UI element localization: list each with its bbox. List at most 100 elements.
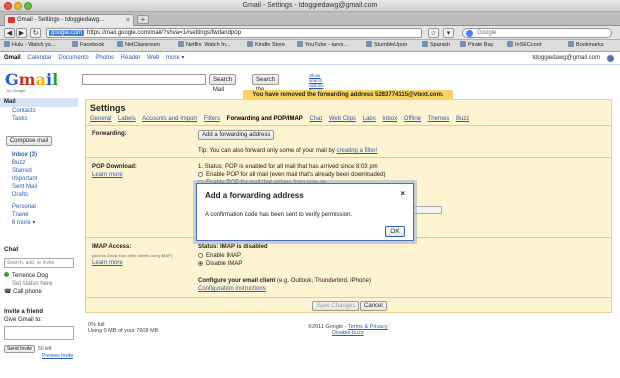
- label-personal[interactable]: Personal: [12, 203, 37, 211]
- gbar-link-web[interactable]: Web: [147, 55, 159, 61]
- close-icon[interactable]: ×: [400, 189, 405, 198]
- forward-button[interactable]: ▶: [16, 28, 27, 38]
- bookmark-hulu[interactable]: Hulu - Watch yo...: [4, 40, 56, 51]
- tab-labels[interactable]: Labels: [118, 116, 136, 122]
- tab-forwarding[interactable]: Forwarding and POP/IMAP: [227, 116, 303, 122]
- tab-web-clips[interactable]: Web Clips: [329, 116, 356, 122]
- label-drafts[interactable]: Drafts: [12, 191, 37, 199]
- create-filter-tip-link[interactable]: creating a filter!: [337, 148, 378, 154]
- bookmarks-menu[interactable]: Bookmarks: [568, 40, 604, 51]
- google-bar: Gmail Calendar Documents Photos Reader W…: [0, 53, 620, 65]
- gear-icon[interactable]: [607, 55, 614, 62]
- pop-all-radio[interactable]: [198, 172, 203, 177]
- bookmark-inseccord[interactable]: InSECcord: [507, 40, 542, 51]
- preview-invite-link[interactable]: Preview Invite: [42, 353, 73, 359]
- imap-disable-radio[interactable]: [198, 261, 203, 266]
- tab-labs[interactable]: Labs: [363, 116, 376, 122]
- page-menu-icon[interactable]: ▾: [443, 28, 454, 38]
- chat-search-input[interactable]: Search, add, or invite: [4, 258, 74, 268]
- invite-heading: Invite a friend: [4, 309, 44, 315]
- tab-filters[interactable]: Filters: [204, 116, 220, 122]
- label-buzz[interactable]: Buzz: [12, 159, 37, 167]
- add-forwarding-address-button[interactable]: Add a forwarding address: [198, 130, 275, 140]
- call-phone-link[interactable]: Call phone: [13, 289, 42, 295]
- bookmark-pirate-bay[interactable]: Pirate Bay: [460, 40, 493, 51]
- url-bar[interactable]: google.com https://mail.google.com/mail/?…: [46, 28, 422, 38]
- invite-section: Invite a friend Give Gmail to:: [4, 308, 43, 324]
- invites-left: 50 left: [38, 346, 52, 352]
- bookmark-netflix[interactable]: Netflix: Watch In...: [178, 40, 230, 51]
- tab-buzz[interactable]: Buzz: [456, 116, 469, 122]
- label-inbox[interactable]: Inbox (3): [12, 151, 37, 159]
- save-changes-button[interactable]: Save Changes: [312, 301, 360, 311]
- bookmark-facebook[interactable]: Facebook: [72, 40, 104, 51]
- imap-disable-option[interactable]: Disable IMAP: [198, 261, 242, 267]
- site-identity-badge[interactable]: google.com: [49, 30, 85, 36]
- cancel-button[interactable]: Cancel: [360, 301, 387, 311]
- navigation-toolbar: ◀ ▶ ↻ google.com https://mail.google.com/…: [0, 26, 620, 40]
- phone-icon: ☎: [4, 289, 14, 295]
- tab-strip: Gmail - Settings - tdoggiedawg... × +: [0, 12, 620, 26]
- bookmark-netclassroom[interactable]: NetClassroom: [117, 40, 160, 51]
- tab-themes[interactable]: Themes: [428, 116, 450, 122]
- disable-buzz-link[interactable]: Disable buzz: [332, 330, 364, 336]
- gbar-link-more[interactable]: more ▾: [166, 55, 184, 61]
- nav-mail[interactable]: Mail: [0, 98, 78, 107]
- bookmark-kindle-store[interactable]: Kindle Store: [247, 40, 285, 51]
- label-sent-mail[interactable]: Sent Mail: [12, 183, 37, 191]
- configuration-instructions-link[interactable]: Configuration instructions: [198, 286, 266, 292]
- imap-enable-radio[interactable]: [198, 253, 203, 258]
- imap-label: IMAP Access:: [92, 244, 132, 250]
- zoom-window-button[interactable]: [24, 2, 32, 10]
- gbar-link-calendar[interactable]: Calendar: [27, 55, 51, 61]
- bookmark-stumbleupon[interactable]: StumbleUpon: [366, 40, 407, 51]
- pop-learn-more-link[interactable]: Learn more: [92, 172, 123, 178]
- tab-chat[interactable]: Chat: [309, 116, 322, 122]
- invite-email-input[interactable]: [4, 326, 74, 340]
- browser-search-box[interactable]: Google: [462, 28, 612, 38]
- browser-tab[interactable]: Gmail - Settings - tdoggiedawg... ×: [4, 14, 134, 26]
- tab-inbox[interactable]: Inbox: [382, 116, 397, 122]
- bookmark-youtube[interactable]: YouTube - tarvs...: [297, 40, 348, 51]
- left-navigation: Mail Contacts Tasks Compose mail Inbox (…: [0, 98, 82, 370]
- tab-accounts[interactable]: Accounts and Import: [142, 116, 197, 122]
- chat-status-input[interactable]: Set status here: [4, 280, 52, 288]
- close-window-button[interactable]: [4, 2, 12, 10]
- gmail-logo[interactable]: Gmail by Google: [5, 70, 58, 93]
- pop-option-all[interactable]: Enable POP for all mail (even mail that'…: [198, 172, 385, 178]
- mail-search-input[interactable]: [82, 74, 206, 85]
- forwarding-section: Forwarding: Add a forwarding address Tip…: [86, 125, 611, 157]
- label-travel[interactable]: Travel: [12, 211, 37, 219]
- compose-mail-button[interactable]: Compose mail: [6, 136, 52, 146]
- star-bookmark-icon[interactable]: ☆: [428, 28, 439, 38]
- show-search-options-link[interactable]: Show search options: [309, 73, 324, 88]
- label-more[interactable]: 6 more ▾: [12, 219, 37, 227]
- ok-button[interactable]: OK: [385, 226, 405, 237]
- gbar-link-reader[interactable]: Reader: [121, 55, 141, 61]
- gbar-gmail: Gmail: [4, 55, 21, 61]
- reload-button[interactable]: ↻: [30, 28, 41, 38]
- nav-contacts[interactable]: Contacts: [0, 107, 82, 115]
- tab-general[interactable]: General: [90, 116, 111, 122]
- label-important[interactable]: Important: [12, 175, 37, 183]
- send-invite-button[interactable]: Send Invite: [4, 345, 36, 353]
- search-web-button[interactable]: Search the Web: [252, 74, 280, 103]
- minimize-window-button[interactable]: [14, 2, 22, 10]
- window-title: Gmail - Settings - tdoggiedawg@gmail.com: [242, 2, 378, 9]
- label-starred[interactable]: Starred: [12, 167, 37, 175]
- logo-subtitle: by Google: [7, 88, 26, 93]
- gbar-link-documents[interactable]: Documents: [58, 55, 88, 61]
- nav-tasks[interactable]: Tasks: [0, 115, 82, 123]
- back-button[interactable]: ◀: [4, 28, 15, 38]
- dialog-message: A confirmation code has been sent to ver…: [205, 212, 353, 218]
- imap-learn-more-link[interactable]: Learn more: [92, 260, 123, 266]
- tab-offline[interactable]: Offline: [404, 116, 421, 122]
- account-email[interactable]: tdoggiedawg@gmail.com: [533, 53, 600, 64]
- imap-status: Status: IMAP is disabled: [198, 244, 268, 250]
- new-tab-button[interactable]: +: [137, 15, 149, 24]
- search-mail-button[interactable]: Search Mail: [209, 74, 237, 93]
- close-tab-icon[interactable]: ×: [126, 15, 130, 26]
- bookmark-spanish[interactable]: Spanish: [422, 40, 450, 51]
- gbar-link-photos[interactable]: Photos: [95, 55, 114, 61]
- imap-enable-option[interactable]: Enable IMAP: [198, 253, 241, 259]
